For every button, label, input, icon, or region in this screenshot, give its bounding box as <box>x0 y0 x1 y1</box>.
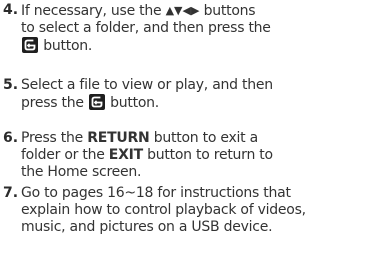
step-text: Select a file to view or play, and then … <box>21 77 371 112</box>
step-text-segment: button to exit a <box>153 130 258 146</box>
step-line: to select a folder, and then press the <box>21 20 271 36</box>
step-line: the Home screen. <box>21 164 142 180</box>
step-text: Go to pages 16~18 for instructions that … <box>21 185 371 236</box>
step-number: 4. <box>3 2 19 18</box>
step-line: Select a file to view or play, and then <box>21 77 273 93</box>
step-text-segment: button. <box>110 95 160 111</box>
step-text: Press the RETURN button to exit a folder… <box>21 130 371 181</box>
step-number: 7. <box>3 185 19 201</box>
step-line: folder or the EXIT button to return to <box>21 147 371 164</box>
step-line: button. <box>21 37 371 55</box>
step-text-segment: buttons <box>203 3 256 19</box>
step-text-segment: folder or the <box>21 147 105 163</box>
step-line: press the button. <box>21 94 371 112</box>
step-text-segment: Press the <box>21 130 84 146</box>
step-text-segment: press the <box>21 95 84 111</box>
arrow-buttons-icon: ▲▼◀▶ <box>165 4 200 17</box>
instruction-steps: 4. If necessary, use the ▲▼◀▶ buttons to… <box>0 0 377 261</box>
return-button-label: RETURN <box>87 130 150 146</box>
step-number: 6. <box>3 130 19 146</box>
step-text-segment: If necessary, use the <box>21 3 162 19</box>
step-text-segment: button to return to <box>147 147 273 163</box>
step-text: If necessary, use the ▲▼◀▶ buttons to se… <box>21 2 371 55</box>
exit-button-label: EXIT <box>108 147 143 163</box>
enter-icon <box>88 94 105 110</box>
step-line: explain how to control playback of video… <box>21 202 306 218</box>
step-line: Press the RETURN button to exit a <box>21 130 371 147</box>
step-line: music, and pictures on a USB device. <box>21 219 273 235</box>
step-line: Go to pages 16~18 for instructions that <box>21 185 291 201</box>
step-number: 5. <box>3 77 19 93</box>
step-line: If necessary, use the ▲▼◀▶ buttons <box>21 2 371 20</box>
enter-icon <box>22 37 38 53</box>
step-text-segment: button. <box>43 38 93 54</box>
